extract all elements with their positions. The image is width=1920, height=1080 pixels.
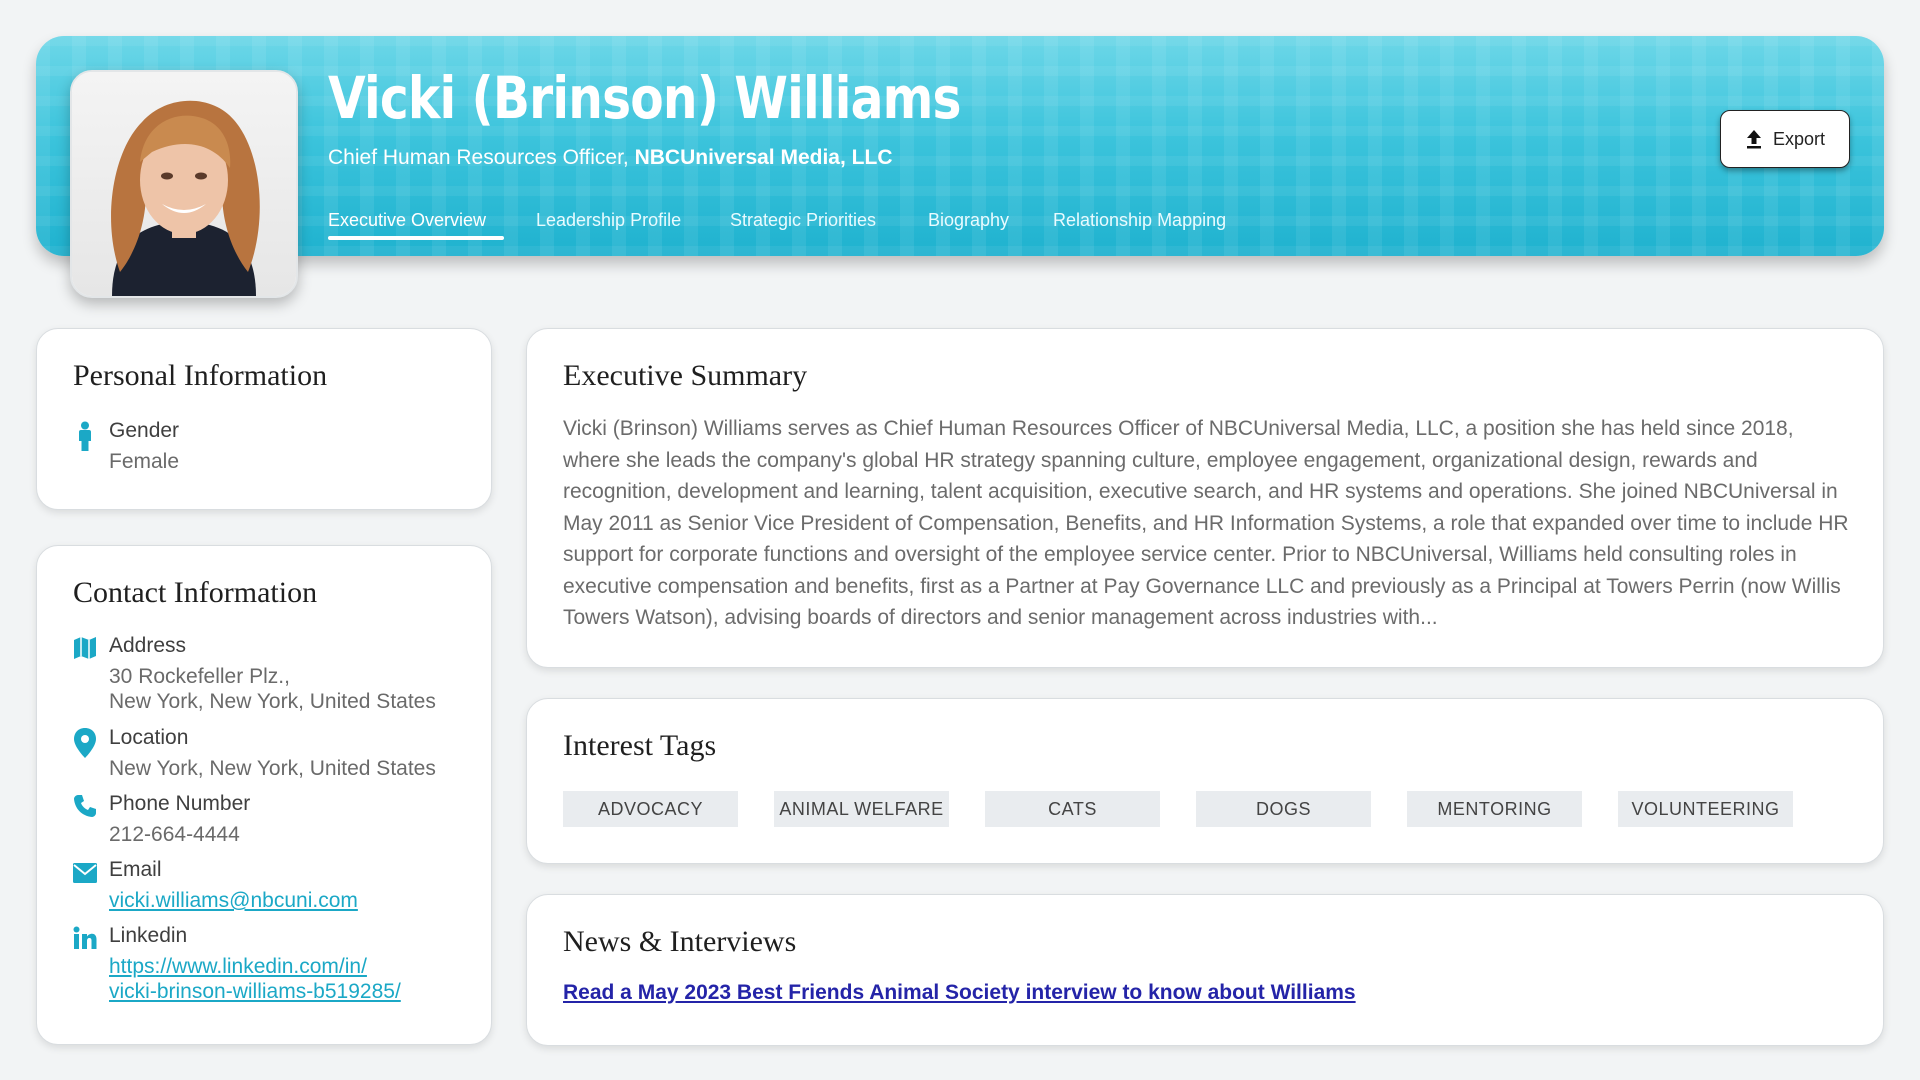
active-tab-indicator xyxy=(328,236,504,240)
news-interviews-card: News & Interviews Read a May 2023 Best F… xyxy=(526,894,1884,1046)
contact-info-card: Contact Information Address 30 Rockefell… xyxy=(36,545,492,1045)
location-label: Location xyxy=(109,726,189,749)
linkedin-label: Linkedin xyxy=(109,924,188,947)
address-label: Address xyxy=(109,634,187,657)
contact-info-title: Contact Information xyxy=(73,576,318,609)
news-interviews-title: News & Interviews xyxy=(563,925,797,958)
executive-summary-card: Executive Summary Vicki (Brinson) Willia… xyxy=(526,328,1884,668)
executive-summary-text: Vicki (Brinson) Williams serves as Chief… xyxy=(563,417,1849,629)
tag-mentoring[interactable]: MENTORING xyxy=(1407,791,1582,827)
location-pin-icon xyxy=(74,728,96,758)
news-interview-link[interactable]: Read a May 2023 Best Friends Animal Soci… xyxy=(563,981,1356,1005)
address-line2: New York, New York, United States xyxy=(109,690,436,713)
envelope-icon xyxy=(73,863,97,883)
linkedin-link-line1[interactable]: https://www.linkedin.com/in/ xyxy=(109,954,367,979)
tag-dogs[interactable]: DOGS xyxy=(1196,791,1371,827)
profile-title: Chief Human Resources Officer, xyxy=(328,146,629,169)
person-icon xyxy=(79,421,91,451)
profile-subtitle: Chief Human Resources Officer, NBCUniver… xyxy=(328,146,892,170)
email-link[interactable]: vicki.williams@nbcuni.com xyxy=(109,888,358,913)
export-label: Export xyxy=(1772,128,1826,149)
profile-photo xyxy=(70,70,298,298)
interest-tags-title: Interest Tags xyxy=(563,729,717,762)
phone-label: Phone Number xyxy=(109,792,251,815)
tab-leadership-profile[interactable]: Leadership Profile xyxy=(536,210,681,231)
tab-executive-overview[interactable]: Executive Overview xyxy=(328,210,486,231)
phone-icon xyxy=(74,795,96,817)
interest-tags-card: Interest Tags ADVOCACY ANIMAL WELFARE CA… xyxy=(526,698,1884,864)
upload-icon xyxy=(1746,130,1761,149)
linkedin-link-line2[interactable]: vicki-brinson-williams-b519285/ xyxy=(109,979,401,1004)
profile-name: Vicki (Brinson) Williams xyxy=(328,64,962,132)
tag-volunteering[interactable]: VOLUNTEERING xyxy=(1618,791,1793,827)
export-button[interactable]: Export xyxy=(1720,110,1850,168)
email-label: Email xyxy=(109,858,162,881)
map-icon xyxy=(74,637,96,659)
tag-cats[interactable]: CATS xyxy=(985,791,1160,827)
gender-label: Gender xyxy=(109,419,180,442)
portrait-image xyxy=(72,72,296,296)
linkedin-icon xyxy=(73,926,97,949)
tab-biography[interactable]: Biography xyxy=(928,210,1009,231)
tab-relationship-mapping[interactable]: Relationship Mapping xyxy=(1053,210,1226,231)
tag-animal-welfare[interactable]: ANIMAL WELFARE xyxy=(774,791,949,827)
tab-strategic-priorities[interactable]: Strategic Priorities xyxy=(730,210,876,231)
location-value: New York, New York, United States xyxy=(109,757,436,780)
profile-company: NBCUniversal Media, LLC xyxy=(634,146,893,169)
executive-summary-title: Executive Summary xyxy=(563,359,808,392)
personal-info-title: Personal Information xyxy=(73,359,328,392)
gender-value: Female xyxy=(109,450,180,473)
tag-advocacy[interactable]: ADVOCACY xyxy=(563,791,738,827)
personal-info-card: Personal Information Gender Female xyxy=(36,328,492,510)
address-line1: 30 Rockefeller Plz., xyxy=(109,665,290,688)
phone-value: 212-664-4444 xyxy=(109,823,240,846)
